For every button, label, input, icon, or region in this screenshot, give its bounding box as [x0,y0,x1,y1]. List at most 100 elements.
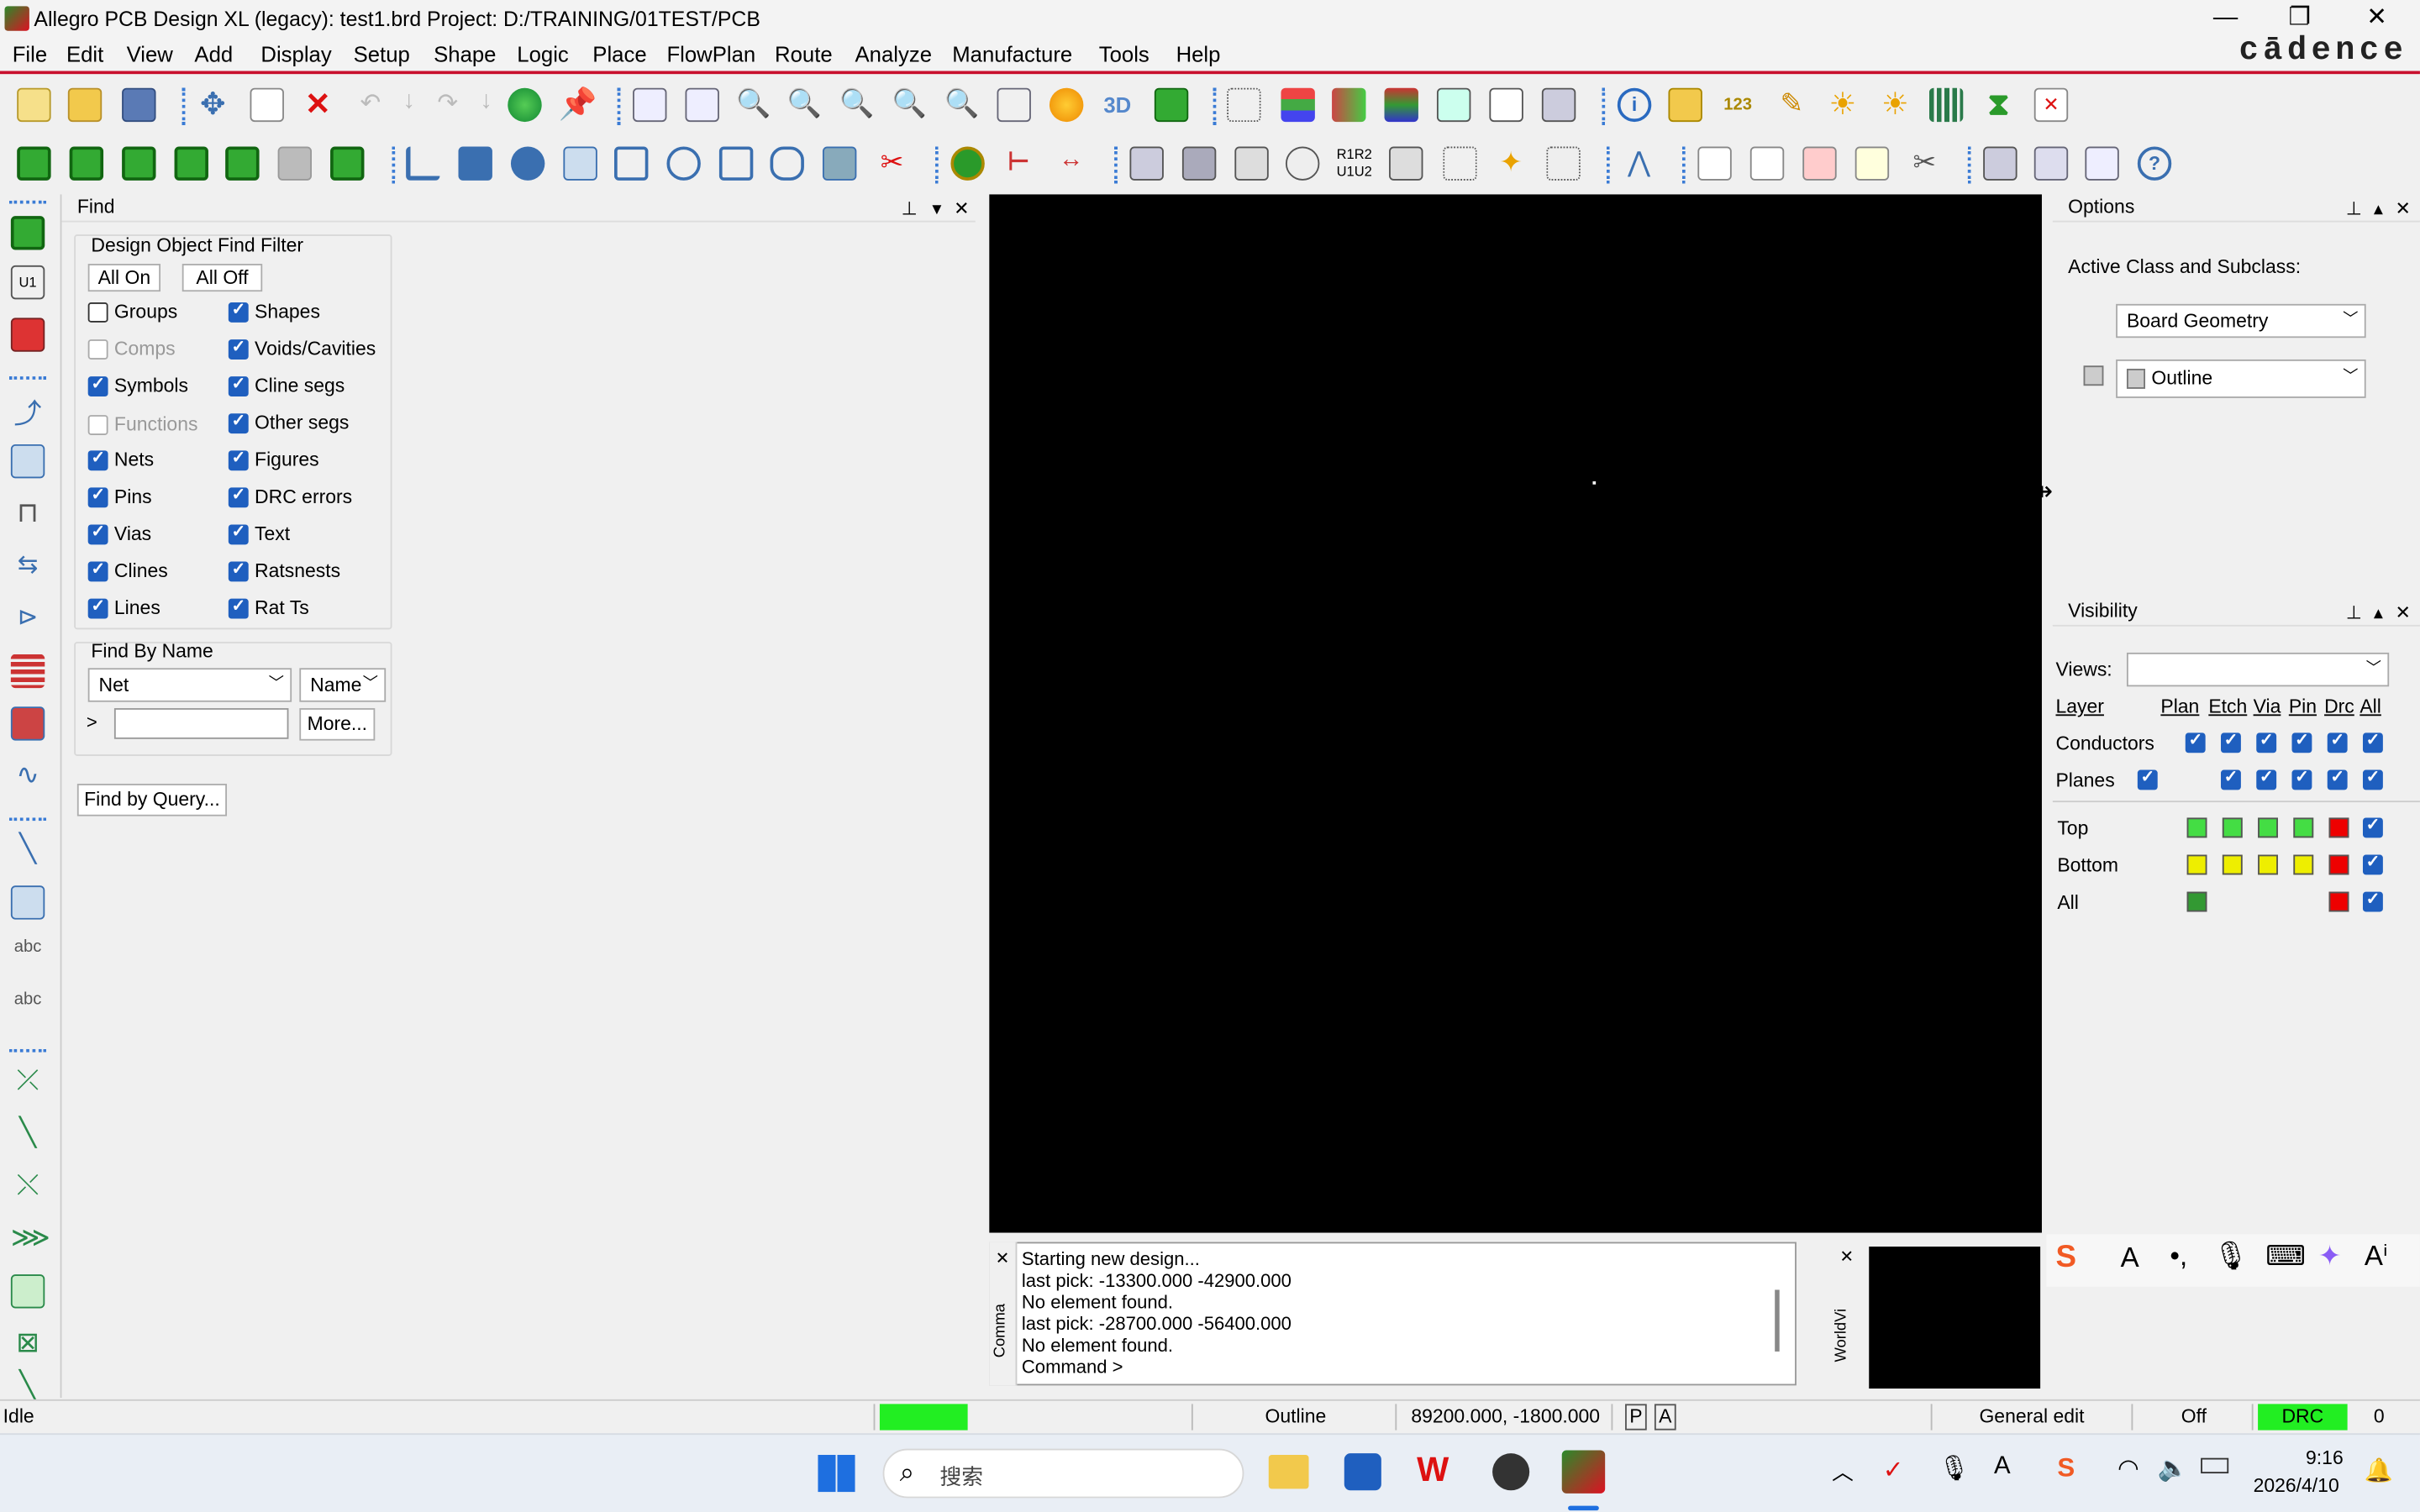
functions-checkbox[interactable] [87,415,108,435]
add-rectangle-icon[interactable] [458,146,492,181]
top-drc-swatch[interactable] [2328,817,2349,838]
add-line-tool-icon[interactable]: ╲ [11,833,45,867]
pins-checkbox[interactable] [87,485,108,508]
menu-analyze[interactable]: Analyze [855,42,932,66]
add-connect-icon[interactable]: ⤴ [11,392,45,429]
tray-sogou-icon[interactable]: S [2057,1453,2075,1484]
rotate-component-icon[interactable] [174,146,208,181]
open-report-icon[interactable] [1749,146,1785,181]
menu-display[interactable]: Display [260,42,331,66]
panel-up-icon[interactable]: ▴ [2374,196,2383,222]
name-search-input[interactable] [113,708,289,739]
obs-app-icon[interactable] [1492,1453,1530,1491]
gift-report-icon[interactable] [1802,146,1837,181]
zoom-world-icon[interactable]: 🔍 [787,88,822,122]
pin-delay-icon[interactable] [1928,87,1964,123]
comps-checkbox[interactable] [87,339,108,360]
bottom-etch-swatch[interactable] [2222,854,2243,875]
redo-icon[interactable]: ↷ [430,88,464,122]
views-select[interactable]: ﹀ [2126,652,2390,687]
find-by-query-button[interactable]: Find by Query... [76,784,227,816]
design-canvas[interactable] [989,194,2042,1233]
tray-chevron-up-icon[interactable]: ︿ [1832,1457,1854,1488]
design-parameters-icon[interactable] [1541,87,1576,123]
show-element-icon[interactable] [1668,87,1702,123]
select-shape-icon[interactable] [563,146,597,181]
add-line-icon[interactable] [406,146,440,181]
conductors-plan-checkbox[interactable] [2185,730,2206,753]
custom-smooth-icon[interactable]: ⇆ [11,549,45,583]
console-scrollbar[interactable] [1775,1289,1780,1352]
battery-icon[interactable] [2201,1457,2229,1474]
wifi-icon[interactable]: ◠ [2118,1453,2139,1484]
top-plan-swatch[interactable] [2186,817,2207,838]
sogou-s-icon[interactable]: S [2055,1241,2076,1276]
mirror-component-icon[interactable] [225,146,260,181]
new-file-icon[interactable] [17,87,51,123]
command-prompt[interactable]: Command > [1022,1356,1123,1378]
punctuation-icon[interactable]: •, [2170,1241,2187,1273]
worldview-canvas[interactable] [1869,1247,2041,1389]
bottom-all-checkbox[interactable] [2362,852,2383,875]
class-select[interactable]: Board Geometry ﹀ [2116,303,2366,339]
conductors-all-checkbox[interactable] [2362,730,2383,753]
ai-icon[interactable]: Aⁱ [2365,1241,2388,1273]
place-replicate-icon[interactable] [330,146,365,181]
spread-icon[interactable] [10,654,45,689]
rect-void-icon[interactable] [718,146,754,181]
top-etch-swatch[interactable] [2222,817,2243,838]
tray-microphone-icon[interactable]: 🎙 [1939,1453,1970,1484]
zoom-window-icon[interactable]: 🔍 [736,88,771,122]
3d-view-icon[interactable]: 3D [1101,88,1134,122]
pin-panel-icon[interactable]: ⊥ [2346,600,2362,626]
voids-cavities-checkbox[interactable] [228,336,249,360]
close-command-icon[interactable]: ✕ [996,1248,1010,1268]
add-text-icon[interactable]: abc [11,938,45,972]
add-rect-tool-icon[interactable] [10,885,45,920]
name-mode-select[interactable]: Name ﹀ [299,668,387,702]
cline-segs-checkbox[interactable] [228,373,249,397]
info-icon[interactable]: i [1617,87,1652,123]
route-group-icon[interactable]: ⋙ [11,1222,50,1256]
close-panel-icon[interactable]: ✕ [2396,196,2411,222]
bottom-via-swatch[interactable] [2258,854,2278,875]
zoom-selection-icon[interactable] [997,87,1031,123]
place-icon[interactable] [10,216,45,250]
clines-checkbox[interactable] [87,559,108,582]
merge-shapes-icon[interactable] [822,146,857,181]
command-console[interactable]: Starting new design... last pick: -13300… [989,1242,1797,1386]
manual-void-icon[interactable] [614,146,649,181]
vertex-icon[interactable]: ⊳ [11,601,45,635]
menu-view[interactable]: View [127,42,173,66]
constraint-manager-icon[interactable] [1436,87,1471,123]
bottom-pin-swatch[interactable] [2293,854,2314,875]
all-plan-swatch[interactable] [2186,891,2207,912]
all-drc-swatch[interactable] [2328,891,2349,912]
odb-export-icon[interactable] [1129,146,1164,181]
zoom-in-icon[interactable]: 🔍 [839,88,874,122]
close-panel-icon[interactable]: ✕ [954,196,969,222]
dimension-horizontal-icon[interactable]: ↔ [1054,146,1087,180]
font-a-icon[interactable]: A [2121,1242,2139,1275]
delete-icon[interactable]: ✕ [301,88,334,122]
nets-checkbox[interactable] [87,448,108,471]
ratsnest-icon[interactable] [508,87,542,123]
top-all-checkbox[interactable] [2362,815,2383,838]
top-via-swatch[interactable] [2258,817,2278,838]
menu-flowplan[interactable]: FlowPlan [666,42,755,66]
top-pin-swatch[interactable] [2293,817,2314,838]
clock-date[interactable]: 2026/4/10 [2254,1475,2339,1497]
route-connect-icon[interactable]: ⋀ [1622,146,1655,180]
ratsnests-checkbox[interactable] [228,559,249,582]
tray-wps-icon[interactable]: ✓ [1883,1455,1904,1486]
bottom-plan-swatch[interactable] [2186,854,2207,875]
menu-file[interactable]: File [13,42,47,66]
spreadsheet-icon[interactable] [1489,87,1523,123]
pin-panel-icon[interactable]: ⊥ [902,196,918,222]
skin-icon[interactable]: ✦ [2318,1241,2342,1273]
panel-up-icon[interactable]: ▴ [2374,600,2383,626]
bottom-drc-swatch[interactable] [2328,854,2349,875]
microphone-icon[interactable]: 🎙 [2213,1241,2249,1273]
menu-place[interactable]: Place [592,42,646,66]
slide-icon[interactable] [10,444,45,479]
